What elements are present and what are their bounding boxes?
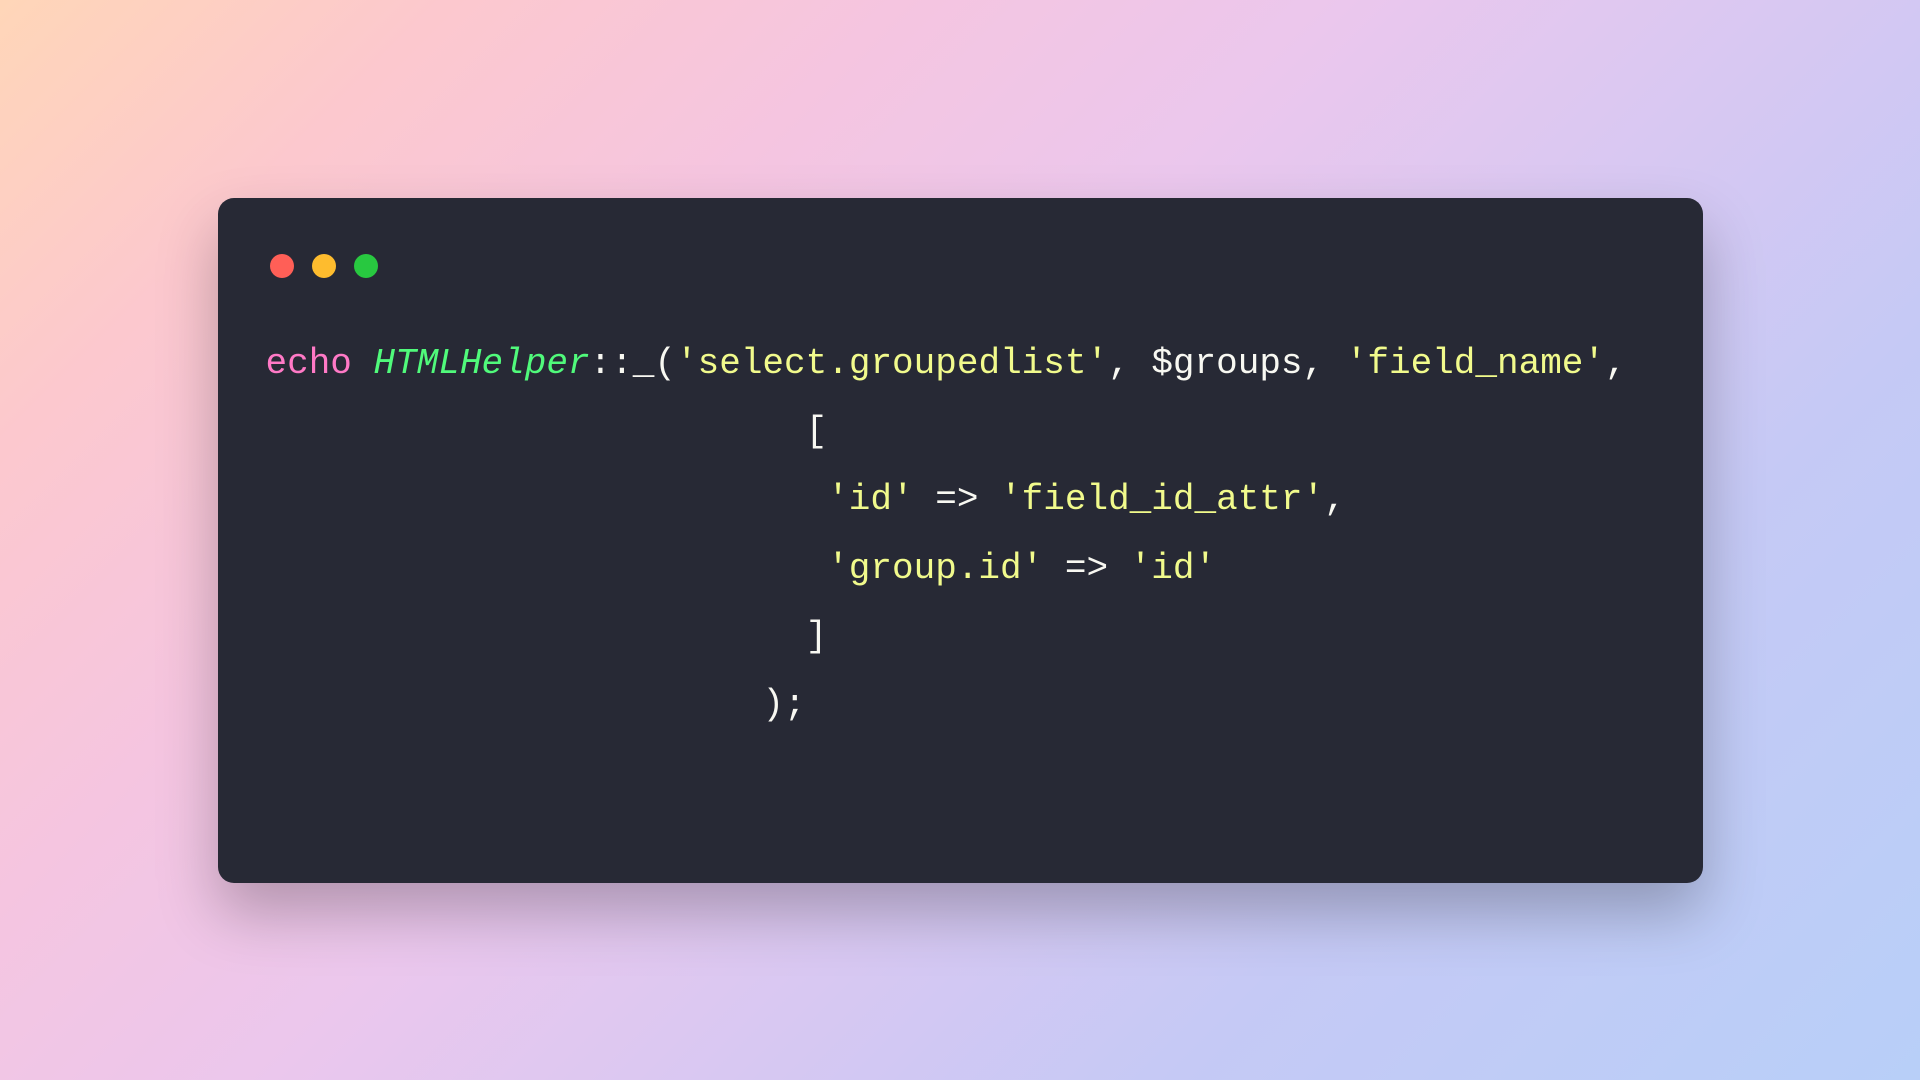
code-indent: [266, 479, 828, 520]
minimize-icon[interactable]: [312, 254, 336, 278]
code-indent: [266, 548, 828, 589]
code-space: [1324, 343, 1346, 384]
code-space: [914, 479, 936, 520]
close-icon[interactable]: [270, 254, 294, 278]
code-space: [1130, 343, 1152, 384]
code-block: echo HTMLHelper::_('select.groupedlist',…: [266, 330, 1655, 740]
code-scope-op: ::: [590, 343, 633, 384]
traffic-lights: [270, 254, 1655, 278]
code-bracket-open: [: [806, 411, 828, 452]
code-arrow: =>: [1065, 548, 1108, 589]
code-paren-open: (: [654, 343, 676, 384]
code-variable: $groups: [1151, 343, 1302, 384]
code-comma: ,: [1605, 343, 1627, 384]
code-indent: [266, 411, 806, 452]
code-space: [1043, 548, 1065, 589]
code-class-name: HTMLHelper: [374, 343, 590, 384]
code-space: [352, 343, 374, 384]
code-string: 'field_name': [1346, 343, 1605, 384]
code-fn-name: _: [633, 343, 655, 384]
code-string: 'id': [1130, 548, 1216, 589]
code-window: echo HTMLHelper::_('select.groupedlist',…: [218, 198, 1703, 883]
code-comma: ,: [1303, 343, 1325, 384]
code-indent: [266, 684, 763, 725]
code-comma: ,: [1324, 479, 1346, 520]
code-string: 'id': [827, 479, 913, 520]
code-space: [978, 479, 1000, 520]
code-semicolon: ;: [784, 684, 806, 725]
code-string: 'select.groupedlist': [676, 343, 1108, 384]
code-keyword-echo: echo: [266, 343, 352, 384]
code-indent: [266, 616, 806, 657]
maximize-icon[interactable]: [354, 254, 378, 278]
code-paren-close: ): [762, 684, 784, 725]
code-arrow: =>: [935, 479, 978, 520]
code-bracket-close: ]: [806, 616, 828, 657]
code-string: 'group.id': [827, 548, 1043, 589]
code-space: [1108, 548, 1130, 589]
code-string: 'field_id_attr': [1000, 479, 1324, 520]
code-comma: ,: [1108, 343, 1130, 384]
